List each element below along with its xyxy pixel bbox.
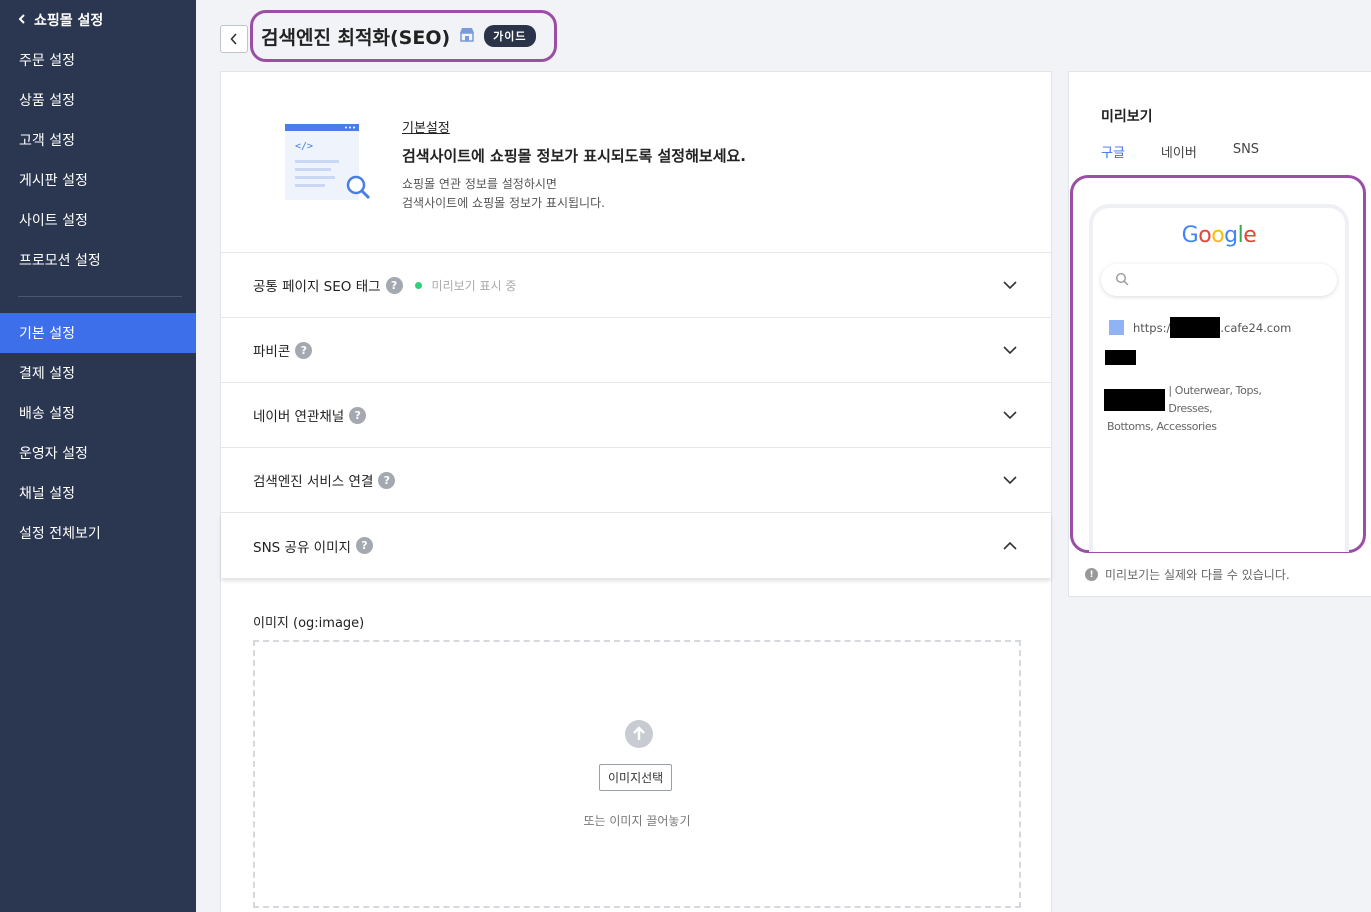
sidebar-divider [18, 296, 182, 297]
sidebar: 쇼핑몰 설정 주문 설정 상품 설정 고객 설정 게시판 설정 사이트 설정 프… [0, 0, 196, 912]
intro-section: </> 기본설정 검색사이트에 쇼핑몰 정보가 표시되도록 설정해보세요. 쇼핑… [221, 72, 1051, 253]
svg-text:</>: </> [295, 141, 313, 152]
accordion-label: 공통 페이지 SEO 태그 [253, 279, 381, 295]
preview-highlight: Google https:/ .cafe24.com | Outerwear, … [1070, 175, 1366, 553]
redacted-result-title [1105, 350, 1136, 365]
result-url: https:/ .cafe24.com [1109, 317, 1291, 338]
sidebar-item-shipping[interactable]: 배송 설정 [0, 393, 196, 433]
favicon-icon [1109, 320, 1124, 335]
help-icon[interactable]: ? [378, 471, 396, 489]
drag-drop-text: 또는 이미지 끌어놓기 [583, 814, 691, 828]
sidebar-item-customer[interactable]: 고객 설정 [0, 120, 196, 160]
google-logo: Google [1181, 223, 1257, 248]
help-icon[interactable]: ? [355, 537, 373, 554]
chevron-down-icon[interactable] [1003, 343, 1017, 357]
accordion-label: SNS 공유 이미지 [253, 539, 351, 556]
chevron-down-icon[interactable] [1003, 408, 1017, 422]
tab-sns[interactable]: SNS [1233, 142, 1259, 161]
search-icon [1115, 272, 1129, 286]
accordion-label: 검색엔진 서비스 연결 [253, 474, 374, 490]
intro-description: 쇼핑몰 연관 정보를 설정하시면 검색사이트에 쇼핑몰 정보가 표시됩니다. [402, 175, 746, 213]
accordion-sns-image[interactable]: SNS 공유 이미지 ? [221, 513, 1051, 578]
intro-desc-line1: 쇼핑몰 연관 정보를 설정하시면 [402, 177, 557, 191]
preview-note: ! 미리보기는 실제와 다를 수 있습니다. [1085, 566, 1290, 583]
og-image-section: 이미지 (og:image) 이미지선택 또는 이미지 끌어놓기 [221, 578, 1051, 908]
alert-icon: ! [1085, 568, 1098, 581]
sidebar-item-payment[interactable]: 결제 설정 [0, 353, 196, 393]
tab-google[interactable]: 구글 [1101, 142, 1125, 161]
sidebar-item-basic[interactable]: 기본 설정 [0, 313, 196, 353]
back-button[interactable] [220, 25, 248, 53]
sidebar-item-channel[interactable]: 채널 설정 [0, 473, 196, 513]
accordion-label: 네이버 연관채널 [253, 409, 345, 425]
store-icon[interactable] [459, 27, 475, 46]
sidebar-header-label: 쇼핑몰 설정 [34, 13, 104, 29]
sidebar-item-board[interactable]: 게시판 설정 [0, 160, 196, 200]
image-dropzone[interactable]: 이미지선택 또는 이미지 끌어놓기 [253, 640, 1021, 908]
sidebar-item-site[interactable]: 사이트 설정 [0, 200, 196, 240]
help-icon[interactable]: ? [295, 341, 313, 359]
intro-desc-line2: 검색사이트에 쇼핑몰 정보가 표시됩니다. [402, 196, 605, 210]
status-dot-icon [414, 281, 422, 289]
title-highlight: 검색엔진 최적화(SEO) 가이드 [250, 10, 557, 62]
guide-button[interactable]: 가이드 [484, 25, 536, 47]
sidebar-item-order[interactable]: 주문 설정 [0, 40, 196, 80]
accordion-naver-channel[interactable]: 네이버 연관채널 ? [221, 383, 1051, 448]
accordion-seo-tags[interactable]: 공통 페이지 SEO 태그 ? 미리보기 표시 중 [221, 253, 1051, 318]
help-icon[interactable]: ? [349, 406, 367, 424]
intro-heading: 검색사이트에 쇼핑몰 정보가 표시되도록 설정해보세요. [402, 147, 746, 165]
image-select-button[interactable]: 이미지선택 [599, 764, 673, 791]
page-title: 검색엔진 최적화(SEO) [261, 26, 451, 49]
sidebar-item-admin[interactable]: 운영자 설정 [0, 433, 196, 473]
help-icon[interactable]: ? [385, 276, 403, 294]
sidebar-item-promotion[interactable]: 프로모션 설정 [0, 240, 196, 280]
accordion-label: 파비콘 [253, 344, 291, 360]
redacted-block [1104, 389, 1166, 411]
chevron-up-icon[interactable] [1003, 539, 1017, 553]
intro-label: 기본설정 [402, 121, 450, 136]
accordion-favicon[interactable]: 파비콘 ? [221, 318, 1051, 383]
sidebar-item-all-settings[interactable]: 설정 전체보기 [0, 513, 196, 553]
chevron-down-icon[interactable] [1003, 278, 1017, 292]
preview-title: 미리보기 [1101, 109, 1153, 125]
chevron-down-icon[interactable] [1003, 473, 1017, 487]
upload-arrow-icon [625, 720, 653, 748]
phone-mockup: Google https:/ .cafe24.com | Outerwear, … [1089, 204, 1349, 552]
sidebar-header[interactable]: 쇼핑몰 설정 [0, 0, 196, 40]
status-text: 미리보기 표시 중 [431, 278, 517, 293]
redacted-block [1170, 317, 1221, 338]
result-description: | Outerwear, Tops, Dresses, Bottoms, Acc… [1104, 382, 1307, 436]
chevron-left-icon [230, 33, 237, 45]
google-search-bar [1101, 264, 1337, 296]
og-image-label: 이미지 (og:image) [253, 616, 365, 631]
code-illustration-icon: </> [283, 122, 373, 206]
chevron-left-icon [18, 12, 26, 28]
tab-naver[interactable]: 네이버 [1161, 142, 1197, 161]
preview-tabs: 구글 네이버 SNS [1101, 142, 1259, 161]
main-card: </> 기본설정 검색사이트에 쇼핑몰 정보가 표시되도록 설정해보세요. 쇼핑… [220, 71, 1052, 912]
preview-panel: 미리보기 구글 네이버 SNS Google https:/ .cafe24.c… [1068, 71, 1371, 597]
accordion-search-engine-connect[interactable]: 검색엔진 서비스 연결 ? [221, 448, 1051, 513]
sidebar-item-product[interactable]: 상품 설정 [0, 80, 196, 120]
intro-text: 기본설정 검색사이트에 쇼핑몰 정보가 표시되도록 설정해보세요. 쇼핑몰 연관… [402, 117, 746, 213]
